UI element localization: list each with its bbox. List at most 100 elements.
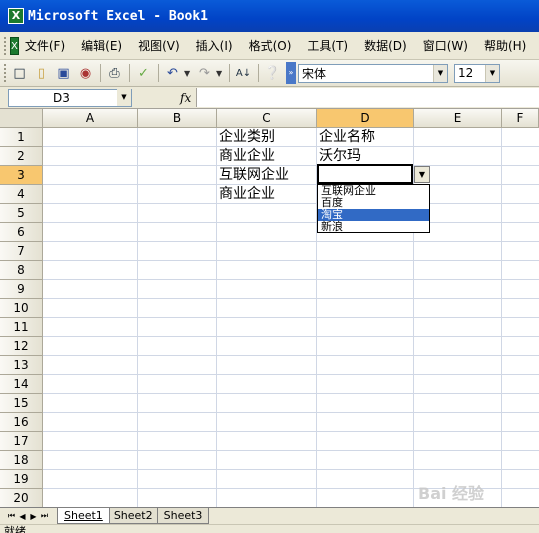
tab-sheet2[interactable]: Sheet2 — [106, 508, 160, 524]
redo-icon[interactable]: ↷ — [194, 63, 215, 83]
row-header-9[interactable]: 9 — [0, 280, 43, 299]
tab-sheet1[interactable]: Sheet1 — [57, 508, 110, 524]
grid-line — [43, 393, 539, 394]
open-folder-icon[interactable]: ▯ — [31, 63, 52, 83]
toolbar-separator — [229, 64, 230, 82]
validation-dropdown-list[interactable]: 互联网企业 百度 淘宝 新浪 — [317, 184, 430, 233]
worksheet-grid[interactable]: A B C D E F 1 2 3 4 5 6 7 8 9 10 11 12 13 14 15 16 17 18 1… — [0, 109, 539, 507]
chevron-down-icon[interactable]: ▼ — [485, 64, 499, 82]
grid-line — [43, 279, 539, 280]
cell-d1[interactable]: 企业名称 — [317, 128, 375, 147]
row-header-15[interactable]: 15 — [0, 394, 43, 413]
cell-c3[interactable]: 互联网企业 — [217, 166, 289, 185]
sort-ascending-icon[interactable]: A↓ — [233, 63, 254, 83]
column-header-c[interactable]: C — [217, 109, 317, 128]
column-header-e[interactable]: E — [414, 109, 502, 128]
grid-line — [43, 203, 539, 204]
formula-input[interactable] — [196, 88, 539, 107]
standard-toolbar: □ ▯ ▣ ◉ ⎙ ✓ ↶ ▼ ↷ ▼ A↓ ❔ » 宋体 ▼ 12 ▼ — [0, 60, 539, 87]
first-sheet-icon[interactable]: ⏮ — [6, 511, 17, 521]
menu-format[interactable]: 格式(O) — [249, 37, 292, 54]
menu-view[interactable]: 视图(V) — [138, 37, 180, 54]
tab-sheet3[interactable]: Sheet3 — [156, 508, 210, 524]
grid-line — [43, 241, 539, 242]
grid-line — [43, 355, 539, 356]
toolbar-options-icon[interactable]: » — [286, 62, 296, 84]
select-all-corner[interactable] — [0, 109, 43, 128]
grid-line — [43, 374, 539, 375]
menu-data[interactable]: 数据(D) — [364, 37, 407, 54]
row-header-20[interactable]: 20 — [0, 489, 43, 507]
row-header-11[interactable]: 11 — [0, 318, 43, 337]
cell-c4[interactable]: 商业企业 — [217, 185, 275, 204]
next-sheet-icon[interactable]: ▶ — [28, 512, 39, 521]
menu-edit[interactable]: 编辑(E) — [81, 37, 122, 54]
row-header-14[interactable]: 14 — [0, 375, 43, 394]
toolbar-separator — [158, 64, 159, 82]
row-header-3[interactable]: 3 — [0, 166, 43, 185]
row-header-4[interactable]: 4 — [0, 185, 43, 204]
insert-function-icon[interactable]: fx — [180, 91, 191, 105]
grid-line — [43, 469, 539, 470]
undo-dropdown-icon[interactable]: ▼ — [184, 69, 192, 78]
validation-dropdown-button[interactable]: ▼ — [414, 166, 430, 183]
grid-line — [43, 450, 539, 451]
chevron-down-icon[interactable]: ▼ — [117, 89, 131, 106]
column-header-d[interactable]: D — [317, 109, 414, 128]
grid-line — [43, 317, 539, 318]
menu-bar: X 文件(F) 编辑(E) 视图(V) 插入(I) 格式(O) 工具(T) 数据… — [0, 32, 539, 60]
column-header-a[interactable]: A — [43, 109, 138, 128]
menu-tools[interactable]: 工具(T) — [307, 37, 348, 54]
undo-icon[interactable]: ↶ — [162, 63, 183, 83]
menu-window[interactable]: 窗口(W) — [423, 37, 468, 54]
row-header-8[interactable]: 8 — [0, 261, 43, 280]
row-header-10[interactable]: 10 — [0, 299, 43, 318]
grid-line — [43, 336, 539, 337]
redo-dropdown-icon[interactable]: ▼ — [216, 69, 224, 78]
grid-line — [43, 146, 539, 147]
font-name-select[interactable]: 宋体 ▼ — [298, 63, 448, 83]
row-header-13[interactable]: 13 — [0, 356, 43, 375]
help-icon[interactable]: ❔ — [262, 63, 283, 83]
title-bar: X Microsoft Excel - Book1 — [0, 0, 539, 32]
grid-line — [43, 184, 539, 185]
cell-c1[interactable]: 企业类别 — [217, 128, 275, 147]
cell-c2[interactable]: 商业企业 — [217, 147, 275, 166]
toolbar-grip — [4, 64, 7, 82]
name-box[interactable]: D3 ▼ — [8, 88, 132, 107]
permission-icon[interactable]: ◉ — [75, 63, 96, 83]
font-size-select[interactable]: 12 ▼ — [454, 63, 500, 83]
row-header-2[interactable]: 2 — [0, 147, 43, 166]
row-header-16[interactable]: 16 — [0, 413, 43, 432]
last-sheet-icon[interactable]: ⏭ — [39, 511, 50, 521]
document-icon[interactable]: X — [10, 36, 19, 55]
save-icon[interactable]: ▣ — [53, 63, 74, 83]
print-icon[interactable]: ⎙ — [104, 63, 125, 83]
row-header-6[interactable]: 6 — [0, 223, 43, 242]
prev-sheet-icon[interactable]: ◀ — [17, 512, 28, 521]
toolbar-separator — [100, 64, 101, 82]
menu-file[interactable]: 文件(F) — [25, 37, 65, 54]
row-header-12[interactable]: 12 — [0, 337, 43, 356]
row-header-7[interactable]: 7 — [0, 242, 43, 261]
window-title: Microsoft Excel - Book1 — [28, 8, 209, 24]
new-file-icon[interactable]: □ — [9, 63, 30, 83]
menu-help[interactable]: 帮助(H) — [484, 37, 526, 54]
row-header-17[interactable]: 17 — [0, 432, 43, 451]
spelling-icon[interactable]: ✓ — [133, 63, 154, 83]
row-header-18[interactable]: 18 — [0, 451, 43, 470]
row-header-5[interactable]: 5 — [0, 204, 43, 223]
column-header-f[interactable]: F — [502, 109, 539, 128]
menu-insert[interactable]: 插入(I) — [196, 37, 233, 54]
row-header-19[interactable]: 19 — [0, 470, 43, 489]
toolbar-separator — [258, 64, 259, 82]
grid-line — [43, 431, 539, 432]
status-bar: 就绪 — [0, 524, 539, 533]
font-name-value: 宋体 — [302, 66, 327, 81]
row-header-1[interactable]: 1 — [0, 128, 43, 147]
grid-line — [43, 260, 539, 261]
column-header-b[interactable]: B — [138, 109, 217, 128]
dropdown-option[interactable]: 新浪 — [318, 221, 429, 233]
chevron-down-icon[interactable]: ▼ — [433, 64, 447, 82]
active-cell-d3[interactable] — [317, 164, 413, 184]
